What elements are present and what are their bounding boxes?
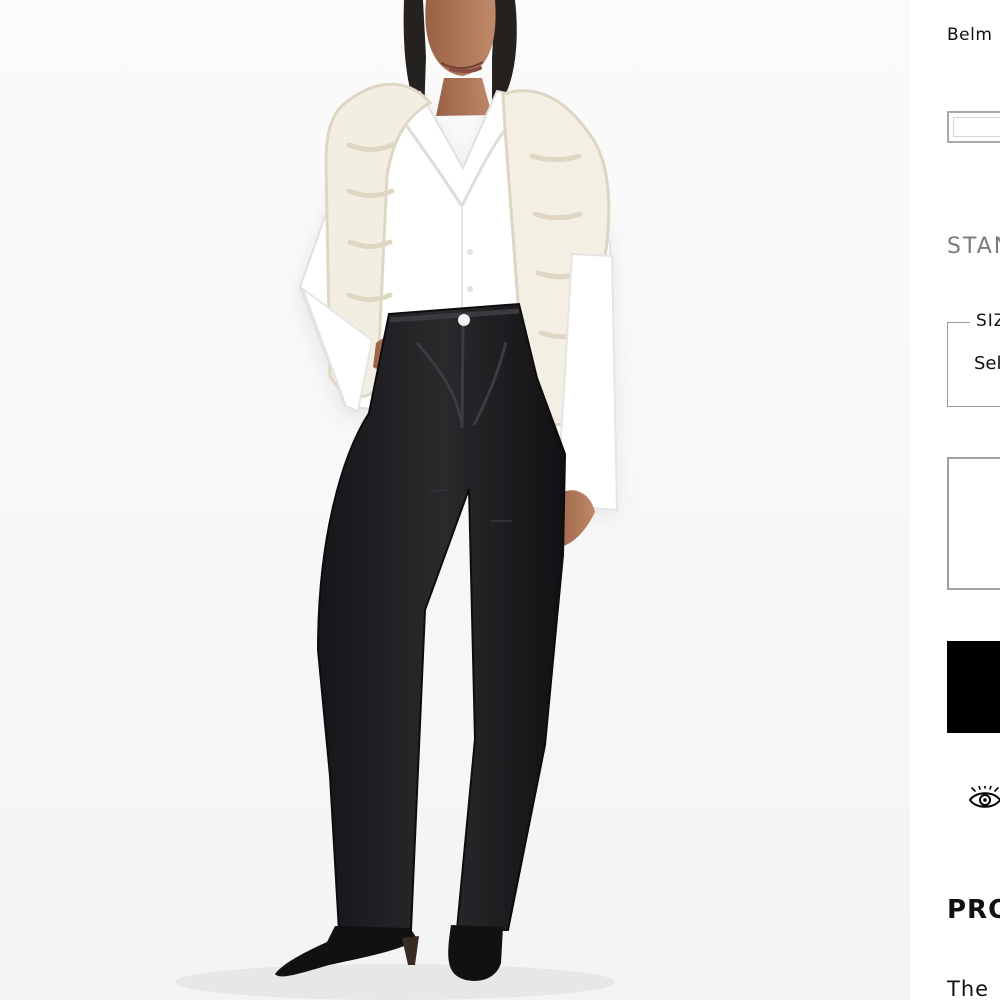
model-photo-illustration <box>175 0 619 1000</box>
selected-color-name: Belm <box>947 25 993 45</box>
color-swatch[interactable] <box>947 111 1000 143</box>
secondary-action-button[interactable] <box>947 457 1000 590</box>
size-select-label: SIZ <box>970 311 1000 331</box>
product-description-start: The <box>947 977 990 1000</box>
size-select-value[interactable]: Sel <box>974 353 1000 374</box>
size-select[interactable]: SIZ Sel <box>947 311 1000 407</box>
product-page: Belm STAN SIZ Sel PRO The <box>0 0 1000 1000</box>
fit-option-label[interactable]: STAN <box>947 234 1000 259</box>
product-details-heading: PRO <box>947 894 1000 925</box>
product-image[interactable] <box>0 0 910 1000</box>
swatch-selection-ring <box>953 117 1000 137</box>
add-to-bag-button[interactable] <box>947 641 1000 733</box>
eye-icon <box>968 786 1000 808</box>
product-details-panel: Belm STAN SIZ Sel PRO The <box>910 0 1000 1000</box>
